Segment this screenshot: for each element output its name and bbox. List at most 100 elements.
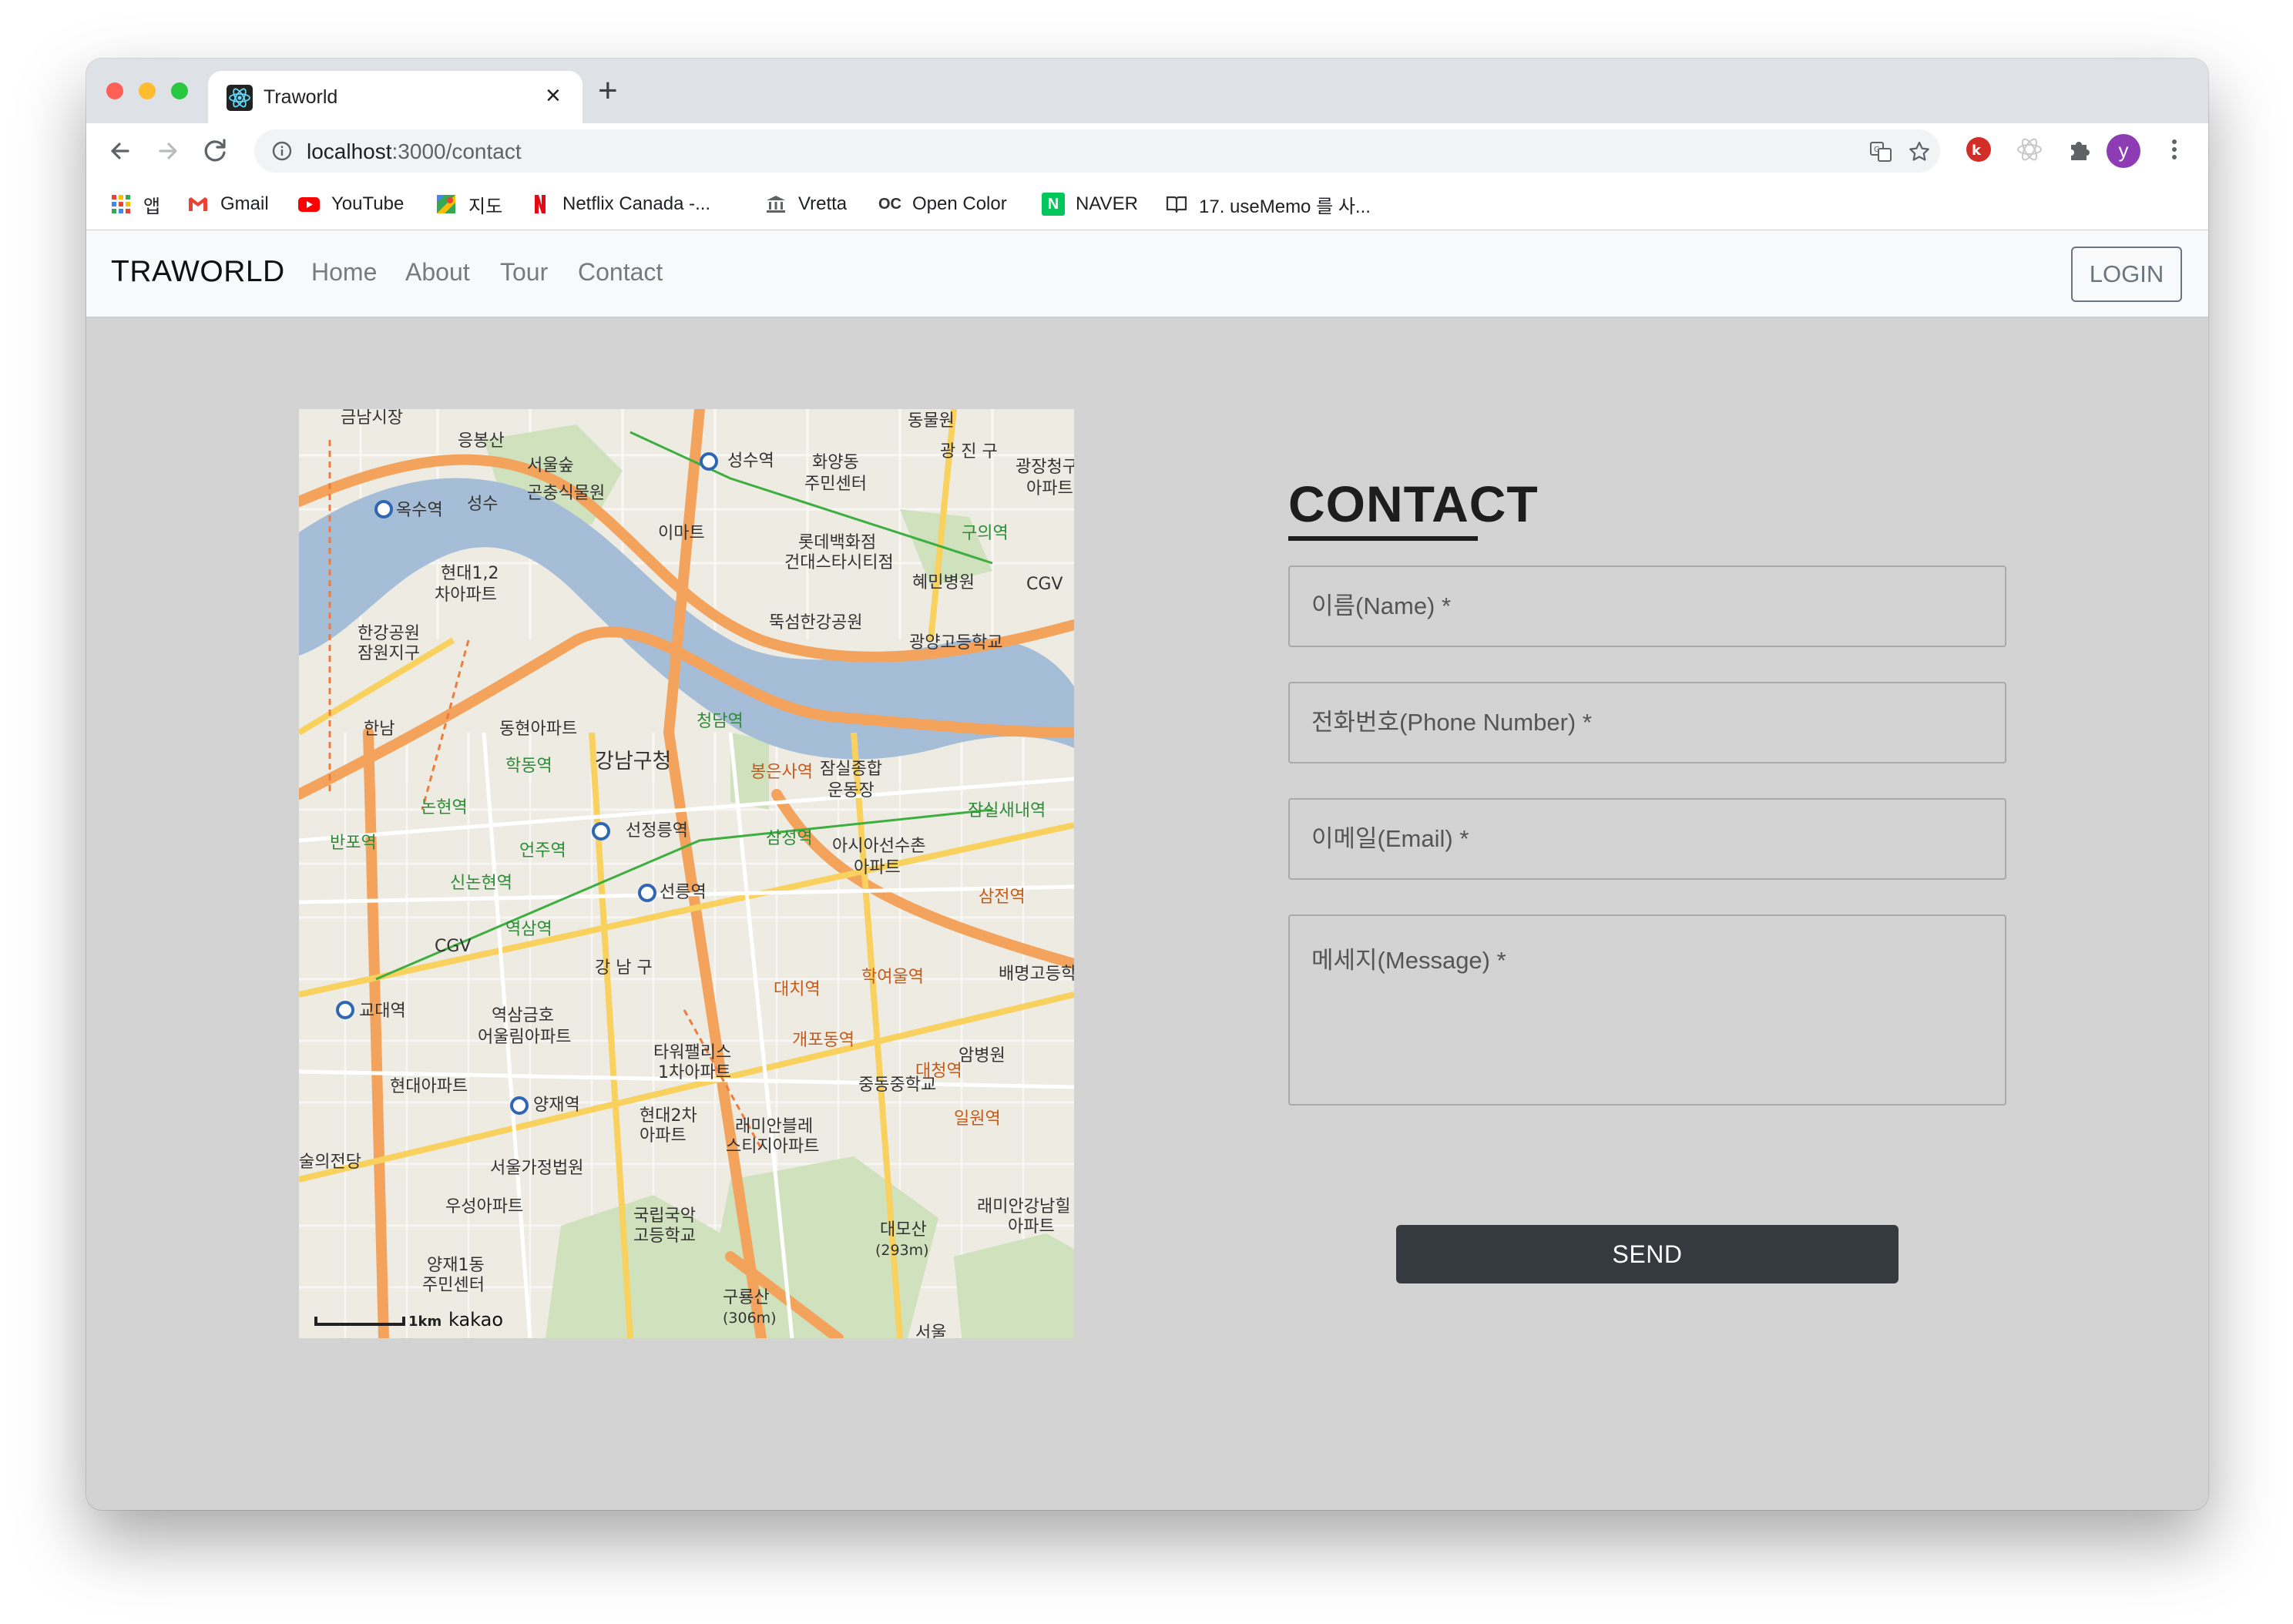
- bookmark-label: 앱: [143, 196, 161, 217]
- bookmark-gmail[interactable]: Gmail: [186, 179, 269, 230]
- map-label: 롯데백화점: [798, 533, 876, 552]
- map-label: 반포역: [330, 834, 377, 853]
- oc-icon: OC: [878, 196, 901, 213]
- bookmark-vretta[interactable]: Vretta: [764, 179, 847, 230]
- map-label: 양재1동: [427, 1256, 485, 1275]
- bookmark-open-color[interactable]: OC Open Color: [878, 179, 1007, 230]
- map-label: 광양고등학교: [909, 633, 1002, 653]
- tab-strip: Traworld × +: [86, 59, 2208, 123]
- menu-kebab-icon[interactable]: [2159, 134, 2190, 165]
- map-label: CGV: [1026, 575, 1063, 594]
- lastpass-icon[interactable]: k: [1963, 134, 1994, 165]
- map-scale-label: 1km: [408, 1314, 441, 1330]
- map-label: 교대역: [359, 1002, 406, 1021]
- map-label: 성수역: [727, 451, 774, 471]
- translate-icon[interactable]: G: [1869, 140, 1892, 163]
- bookmark-naver[interactable]: N NAVER: [1042, 179, 1138, 230]
- map-label: 학여울역: [861, 968, 924, 987]
- nav-about[interactable]: About: [405, 258, 470, 287]
- map-label: 잠원지구: [358, 644, 420, 663]
- phone-input[interactable]: [1288, 682, 2006, 763]
- nav-tour[interactable]: Tour: [500, 258, 548, 287]
- bookmark-label: NAVER: [1076, 193, 1138, 214]
- map-label: 대모산: [880, 1220, 927, 1240]
- map-label: 옥수역: [396, 501, 443, 520]
- react-devtools-icon[interactable]: [2014, 134, 2045, 165]
- map-label: 술의전당: [299, 1153, 361, 1172]
- bank-icon: [767, 196, 785, 213]
- profile-avatar[interactable]: y: [2107, 134, 2140, 168]
- map-label: (293m): [875, 1242, 929, 1259]
- nav-contact[interactable]: Contact: [578, 258, 663, 287]
- apps-grid-icon: [112, 195, 130, 213]
- reload-icon[interactable]: [199, 134, 233, 168]
- map-label: 서울가정법원: [490, 1159, 583, 1178]
- map-label: 1차아파트: [658, 1063, 731, 1082]
- map-label: 구의역: [962, 524, 1009, 543]
- map-label: 한강공원: [358, 624, 420, 643]
- map-label: 선정릉역: [626, 821, 688, 841]
- map-label: 주민센터: [422, 1276, 485, 1295]
- login-button[interactable]: LOGIN: [2071, 247, 2182, 302]
- extensions-puzzle-icon[interactable]: [2063, 134, 2094, 165]
- map-label: 아시아선수촌: [832, 837, 925, 856]
- message-textarea[interactable]: [1288, 914, 2006, 1106]
- bookmark-usememo[interactable]: 17. useMemo 를 사...: [1165, 179, 1371, 230]
- map-label: 암병원: [958, 1046, 1005, 1065]
- map-label: 응봉산: [458, 431, 505, 451]
- svg-text:k: k: [1972, 143, 1982, 159]
- maximize-window-button[interactable]: [171, 82, 188, 99]
- gmail-icon: [189, 197, 207, 211]
- react-icon: [227, 85, 253, 111]
- map-label: 삼성역: [766, 829, 813, 848]
- tab-title: Traworld: [264, 86, 338, 108]
- bookmark-maps[interactable]: 지도: [435, 179, 502, 230]
- kakao-map[interactable]: 금남시장 응봉산 서울숲 성수역 화양동 주민센터 동물원 광 진 구 광장청구…: [299, 409, 1074, 1338]
- map-label: 역삼금호: [492, 1006, 554, 1025]
- address-bar[interactable]: localhost:3000/contact G: [254, 129, 1940, 173]
- bookmark-label: Vretta: [798, 193, 848, 214]
- book-icon: [1166, 196, 1187, 213]
- bookmark-star-icon[interactable]: [1908, 140, 1931, 163]
- map-label: 화양동: [812, 453, 859, 472]
- bookmark-youtube[interactable]: YouTube: [297, 179, 404, 230]
- map-label: 언주역: [519, 841, 566, 861]
- name-input[interactable]: [1288, 565, 2006, 647]
- url-text: localhost:3000/contact: [307, 139, 522, 163]
- bookmark-label: Netflix Canada -...: [562, 193, 711, 214]
- email-input[interactable]: [1288, 798, 2006, 880]
- svg-text:G: G: [1874, 146, 1880, 154]
- map-label: 광장청구: [1016, 458, 1074, 477]
- contact-title-underline: [1288, 536, 1478, 541]
- close-window-button[interactable]: [106, 82, 123, 99]
- map-label: 곤충식물원: [527, 484, 605, 503]
- map-label: 서울: [915, 1324, 946, 1338]
- bookmark-label: YouTube: [331, 193, 405, 214]
- map-label: 잠실새내역: [968, 801, 1046, 820]
- nav-home[interactable]: Home: [311, 258, 377, 287]
- tab-traworld[interactable]: Traworld ×: [208, 71, 582, 123]
- send-button[interactable]: SEND: [1396, 1225, 1899, 1283]
- map-label: 차아파트: [435, 586, 497, 605]
- map-label: 광 진 구: [940, 442, 998, 461]
- bookmark-netflix[interactable]: Netflix Canada -...: [529, 179, 710, 230]
- netflix-icon: [535, 195, 546, 213]
- new-tab-button[interactable]: +: [598, 74, 618, 108]
- map-label: 서울숲: [527, 456, 574, 475]
- bookmark-apps[interactable]: 앱: [109, 179, 160, 230]
- map-label: 이마트: [658, 524, 705, 543]
- forward-arrow-icon[interactable]: [151, 134, 185, 168]
- map-label: 개포동역: [792, 1031, 854, 1050]
- map-label: 삼전역: [979, 887, 1026, 907]
- back-arrow-icon[interactable]: [103, 134, 137, 168]
- map-label: 건대스타시티점: [784, 553, 894, 572]
- brand-logo[interactable]: TRAWORLD: [111, 255, 285, 289]
- map-label: 배명고등학교: [999, 965, 1074, 984]
- map-label: 선릉역: [660, 883, 707, 902]
- map-label: 아파트: [1026, 479, 1073, 498]
- tab-close-icon[interactable]: ×: [546, 80, 561, 111]
- kakao-logo: kakao: [448, 1309, 503, 1330]
- minimize-window-button[interactable]: [139, 82, 156, 99]
- map-label: 어울림아파트: [478, 1028, 571, 1047]
- info-icon[interactable]: [271, 140, 293, 162]
